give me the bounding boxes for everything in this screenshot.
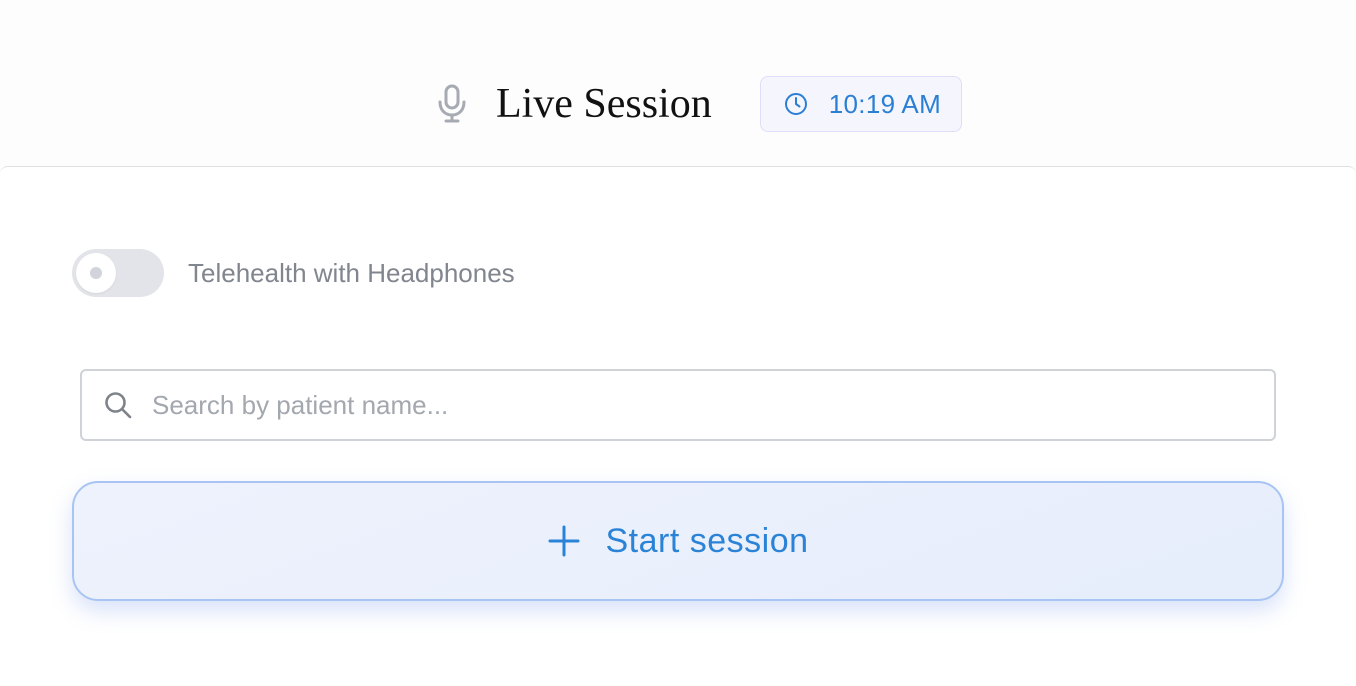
start-session-label: Start session bbox=[605, 521, 809, 560]
plus-icon bbox=[547, 524, 581, 558]
telehealth-toggle-row: Telehealth with Headphones bbox=[72, 249, 515, 297]
header-bar: Live Session 10:19 AM bbox=[0, 74, 1356, 134]
toggle-dot bbox=[90, 267, 102, 279]
current-time: 10:19 AM bbox=[828, 88, 942, 119]
patient-search-box[interactable] bbox=[80, 369, 1276, 441]
page-title: Live Session bbox=[495, 81, 712, 127]
session-panel: Telehealth with Headphones Start session bbox=[0, 166, 1356, 686]
header: Live Session 10:19 AM bbox=[0, 0, 1356, 167]
patient-search-input[interactable] bbox=[150, 388, 1234, 422]
time-badge: 10:19 AM bbox=[759, 76, 963, 132]
clock-icon bbox=[783, 91, 809, 117]
microphone-icon bbox=[434, 82, 470, 126]
search-icon bbox=[102, 389, 134, 421]
telehealth-toggle[interactable] bbox=[72, 249, 164, 297]
toggle-knob bbox=[76, 253, 116, 293]
telehealth-toggle-label: Telehealth with Headphones bbox=[188, 257, 515, 288]
start-session-button[interactable]: Start session bbox=[72, 481, 1284, 601]
